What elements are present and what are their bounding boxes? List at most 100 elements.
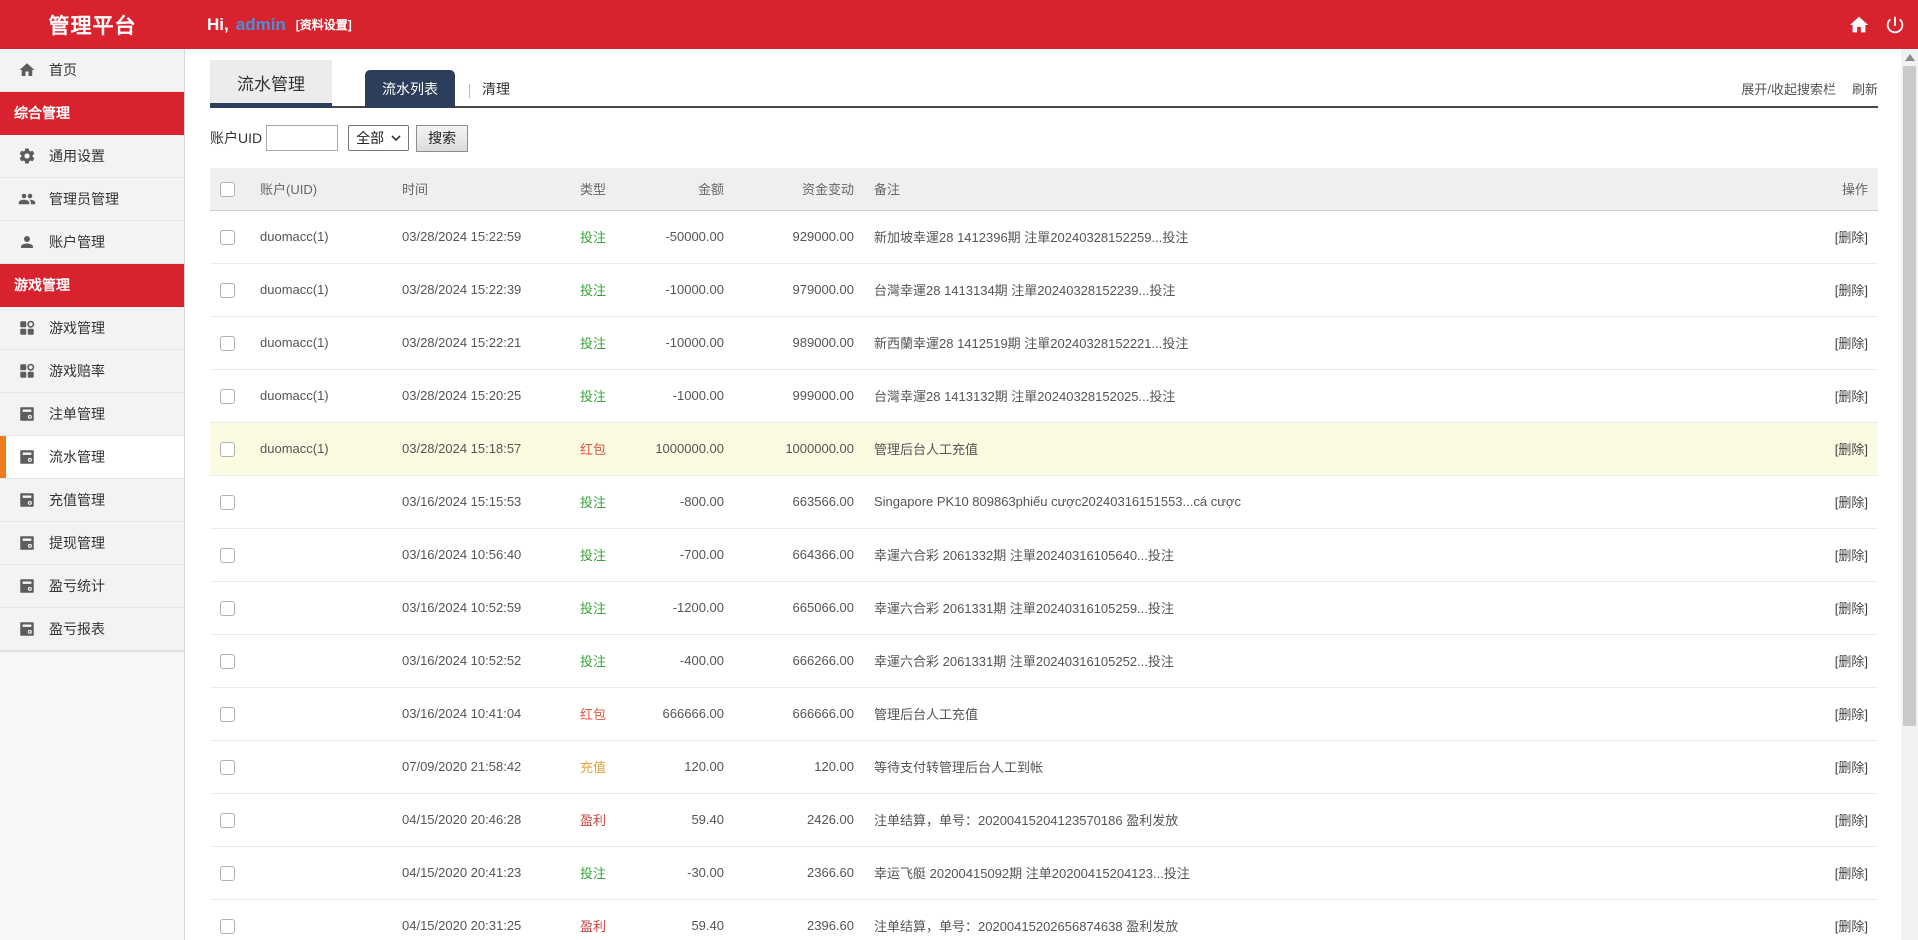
table-row: 04/15/2020 20:41:23投注-30.002366.60幸运飞艇 2…: [210, 846, 1878, 899]
delete-link[interactable]: [删除]: [1835, 813, 1868, 828]
report-icon: [18, 448, 36, 466]
tab-divider: [469, 84, 470, 98]
time-cell: 03/16/2024 10:52:52: [392, 634, 564, 687]
delete-link[interactable]: [删除]: [1835, 442, 1868, 457]
table-row: 07/09/2020 21:58:42充值120.00120.00等待支付转管理…: [210, 740, 1878, 793]
row-checkbox[interactable]: [220, 548, 235, 563]
delete-link[interactable]: [删除]: [1835, 495, 1868, 510]
sidebar-item-general-settings[interactable]: 通用设置: [0, 135, 184, 178]
action-cell: [删除]: [1778, 846, 1878, 899]
sidebar-item-flow-mgmt[interactable]: 流水管理: [0, 436, 184, 479]
type-select[interactable]: 全部: [348, 125, 409, 151]
remark-cell: 注单结算，单号：20200415202656874638 盈利发放: [864, 899, 1778, 940]
balance-cell: 120.00: [734, 740, 864, 793]
sidebar-item-label: 流水管理: [49, 447, 105, 467]
sidebar-item-admin-mgmt[interactable]: 管理员管理: [0, 178, 184, 221]
row-checkbox[interactable]: [220, 601, 235, 616]
delete-link[interactable]: [删除]: [1835, 389, 1868, 404]
col-account: 账户(UID): [250, 168, 392, 210]
vertical-scrollbar[interactable]: [1901, 49, 1918, 940]
delete-link[interactable]: [删除]: [1835, 654, 1868, 669]
action-cell: [删除]: [1778, 793, 1878, 846]
uid-input[interactable]: [266, 125, 338, 151]
page-title-tab[interactable]: 流水管理: [210, 60, 332, 108]
balance-cell: 2426.00: [734, 793, 864, 846]
tab-clean[interactable]: 清理: [478, 70, 514, 108]
remark-cell: 幸運六合彩 2061332期 注單20240316105640...投注: [864, 528, 1778, 581]
action-cell: [删除]: [1778, 475, 1878, 528]
sidebar-item-recharge-mgmt[interactable]: 充值管理: [0, 479, 184, 522]
col-action: 操作: [1778, 168, 1878, 210]
tab-flow-list[interactable]: 流水列表: [365, 70, 455, 108]
row-checkbox[interactable]: [220, 760, 235, 775]
sidebar-item-withdraw-mgmt[interactable]: 提现管理: [0, 522, 184, 565]
sidebar-item-home[interactable]: 首页: [0, 49, 184, 92]
sidebar-item-account-mgmt[interactable]: 账户管理: [0, 221, 184, 264]
row-checkbox[interactable]: [220, 442, 235, 457]
amount-cell: -800.00: [622, 475, 734, 528]
row-checkbox[interactable]: [220, 230, 235, 245]
row-checkbox[interactable]: [220, 336, 235, 351]
select-all-checkbox[interactable]: [220, 182, 235, 197]
table-row: duomacc(1)03/28/2024 15:22:39投注-10000.00…: [210, 263, 1878, 316]
row-checkbox[interactable]: [220, 707, 235, 722]
account-cell: [250, 687, 392, 740]
table-row: 04/15/2020 20:46:28盈利59.402426.00注单结算，单号…: [210, 793, 1878, 846]
sidebar-item-game-mgmt[interactable]: 游戏管理: [0, 307, 184, 350]
brand-title: 管理平台: [0, 10, 185, 40]
type-cell: 盈利: [564, 793, 622, 846]
sidebar-section-general-mgmt: 综合管理: [0, 92, 184, 135]
flow-table: 账户(UID) 时间 类型 金额 资金变动 备注 操作 duomacc(1)03…: [210, 168, 1878, 940]
delete-link[interactable]: [删除]: [1835, 230, 1868, 245]
row-checkbox[interactable]: [220, 813, 235, 828]
scrollbar-thumb[interactable]: [1903, 66, 1916, 726]
row-checkbox[interactable]: [220, 495, 235, 510]
row-checkbox[interactable]: [220, 919, 235, 934]
remark-cell: 幸运飞艇 20200415092期 注单20200415204123...投注: [864, 846, 1778, 899]
tab-strip: 流水管理 流水列表 清理 展开/收起搜索栏 刷新: [185, 49, 1918, 108]
delete-link[interactable]: [删除]: [1835, 548, 1868, 563]
report-icon: [18, 577, 36, 595]
time-cell: 07/09/2020 21:58:42: [392, 740, 564, 793]
profile-settings-link[interactable]: [资料设置]: [296, 16, 352, 33]
row-checkbox[interactable]: [220, 283, 235, 298]
table-row: duomacc(1)03/28/2024 15:20:25投注-1000.009…: [210, 369, 1878, 422]
power-icon[interactable]: [1884, 14, 1906, 36]
grid-icon: [18, 362, 36, 380]
sidebar-item-label: 账户管理: [49, 232, 105, 252]
delete-link[interactable]: [删除]: [1835, 919, 1868, 934]
toggle-search-link[interactable]: 展开/收起搜索栏: [1741, 79, 1836, 98]
refresh-link[interactable]: 刷新: [1852, 79, 1878, 98]
col-type: 类型: [564, 168, 622, 210]
row-checkbox[interactable]: [220, 654, 235, 669]
delete-link[interactable]: [删除]: [1835, 336, 1868, 351]
row-checkbox[interactable]: [220, 866, 235, 881]
type-cell: 充值: [564, 740, 622, 793]
home-icon[interactable]: [1848, 14, 1870, 36]
balance-cell: 666266.00: [734, 634, 864, 687]
account-cell: duomacc(1): [250, 263, 392, 316]
sidebar-item-game-odds[interactable]: 游戏赔率: [0, 350, 184, 393]
action-cell: [删除]: [1778, 740, 1878, 793]
delete-link[interactable]: [删除]: [1835, 866, 1868, 881]
sidebar-item-profit-report[interactable]: 盈亏报表: [0, 608, 184, 651]
amount-cell: 1000000.00: [622, 422, 734, 475]
sidebar-item-label: 管理员管理: [49, 189, 119, 209]
delete-link[interactable]: [删除]: [1835, 760, 1868, 775]
delete-link[interactable]: [删除]: [1835, 283, 1868, 298]
balance-cell: 989000.00: [734, 316, 864, 369]
row-checkbox[interactable]: [220, 389, 235, 404]
account-cell: [250, 740, 392, 793]
search-button[interactable]: 搜索: [416, 125, 468, 152]
delete-link[interactable]: [删除]: [1835, 707, 1868, 722]
account-cell: [250, 793, 392, 846]
sidebar-item-profit-stats[interactable]: 盈亏统计: [0, 565, 184, 608]
delete-link[interactable]: [删除]: [1835, 601, 1868, 616]
user-icon: [18, 233, 36, 251]
balance-cell: 1000000.00: [734, 422, 864, 475]
table-row: 03/16/2024 10:52:52投注-400.00666266.00幸運六…: [210, 634, 1878, 687]
scroll-up-arrow[interactable]: [1905, 54, 1915, 61]
balance-cell: 666666.00: [734, 687, 864, 740]
account-cell: duomacc(1): [250, 369, 392, 422]
sidebar-item-bet-order-mgmt[interactable]: 注单管理: [0, 393, 184, 436]
